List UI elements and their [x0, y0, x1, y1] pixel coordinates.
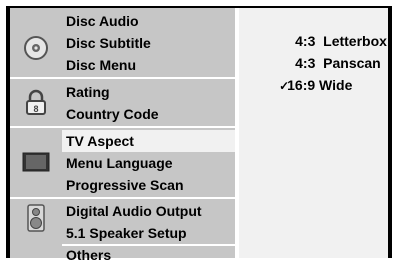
svg-text:8: 8 — [33, 104, 38, 114]
check-mark-icon: ✓ — [279, 79, 290, 93]
setup-menu-screen: Disc Audio Disc Subtitle Disc Menu 8 Rat… — [10, 8, 388, 263]
panel-divider — [235, 8, 239, 258]
option-wide[interactable]: ✓16:9 Wide — [248, 55, 352, 116]
menu-item-digital-audio-output[interactable]: Digital Audio Output — [62, 200, 235, 222]
menu-item-disc-subtitle[interactable]: Disc Subtitle — [62, 32, 235, 54]
menu-item-speaker-setup[interactable]: 5.1 Speaker Setup — [62, 222, 235, 244]
menu-item-menu-language[interactable]: Menu Language — [62, 152, 235, 174]
speaker-icon — [22, 204, 50, 232]
group-divider — [10, 77, 235, 79]
disc-icon — [22, 34, 50, 62]
group-divider — [10, 126, 235, 128]
menu-item-others[interactable]: Others — [62, 244, 235, 266]
menu-item-tv-aspect[interactable]: TV Aspect — [62, 130, 239, 152]
menu-item-progressive-scan[interactable]: Progressive Scan — [62, 174, 235, 196]
menu-item-rating[interactable]: Rating — [62, 81, 235, 103]
menu-item-disc-audio[interactable]: Disc Audio — [62, 10, 235, 32]
menu-item-country-code[interactable]: Country Code — [62, 103, 235, 125]
setup-menu-list: Disc Audio Disc Subtitle Disc Menu 8 Rat… — [10, 8, 239, 263]
group-divider — [10, 197, 235, 199]
menu-item-disc-menu[interactable]: Disc Menu — [62, 54, 235, 76]
tv-icon — [22, 148, 50, 176]
osd-frame: Disc Audio Disc Subtitle Disc Menu 8 Rat… — [6, 6, 392, 263]
lock-icon: 8 — [22, 88, 50, 116]
